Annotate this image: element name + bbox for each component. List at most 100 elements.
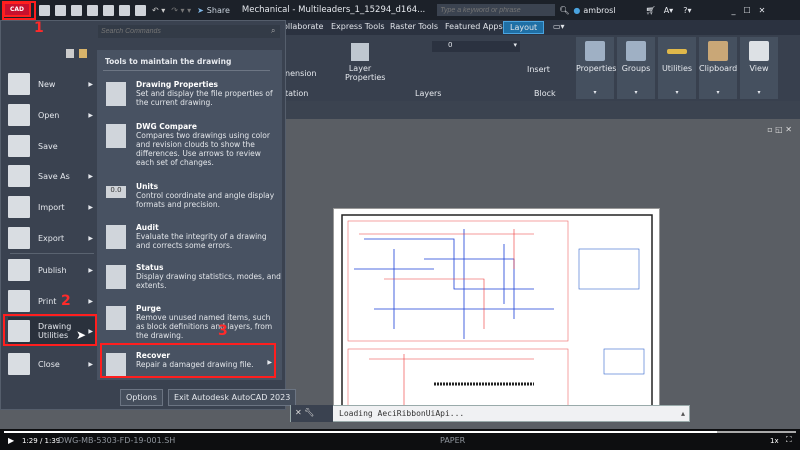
close-window-icon[interactable]: ✕ [759,6,766,15]
user-icon: ● [573,5,581,15]
menu-publish[interactable]: Publish ▶ [8,256,96,284]
measure-icon [667,49,687,54]
panel-label: Clipboard [699,64,738,73]
publish-icon[interactable] [103,4,114,16]
command-line[interactable]: ✕ 🔧︎ Loading AeciRibbonUiApi... ▴ [290,405,690,422]
publish-icon [8,259,30,281]
tool-purge[interactable]: Purge Remove unused named items, such as … [106,304,281,340]
tool-audit[interactable]: Audit Evaluate the integrity of a drawing… [106,223,281,250]
panel-label: View [749,64,769,73]
help-icon[interactable]: ?▾ [683,6,691,15]
groups-icon [626,41,646,61]
audit-check-icon [106,225,126,249]
menu-new[interactable]: New ▶ [8,70,96,98]
mobile-icon[interactable] [119,4,130,16]
menu-label: Export [38,233,65,243]
open-documents-icon[interactable] [79,49,87,58]
title-bar: ↶ ▾ ↷ ▾ ▾ ➤ Share Mechanical - Multilead… [0,0,800,20]
tab-raster-tools[interactable]: Raster Tools [390,22,438,31]
fullscreen-icon[interactable]: ⛶ [786,435,792,445]
tool-status[interactable]: Status Display drawing statistics, modes,… [106,263,281,290]
layer-dropdown[interactable]: 0 ▾ [432,41,520,52]
menu-label: Close [38,359,60,369]
layout-tab[interactable]: DWG-MB-5303-FD-19-001.SH [58,436,175,445]
search-commands-input[interactable] [98,25,280,38]
menu-close[interactable]: Close ▶ [8,350,96,378]
new-icon[interactable] [39,4,50,16]
speed-button[interactable]: 1x [770,437,779,445]
tab-featured-apps[interactable]: Featured Apps [445,22,503,31]
tab-express-tools[interactable]: Express Tools [331,22,385,31]
import-icon [8,196,30,218]
layer-properties-button[interactable]: Layer Properties [345,43,385,82]
menu-export[interactable]: Export ▶ [8,224,96,252]
menu-save[interactable]: Save [8,132,96,160]
exit-autocad-button[interactable]: Exit Autodesk AutoCAD 2023 [168,389,297,406]
status-icon [106,265,126,289]
tool-title: Status [136,263,164,272]
view-panel[interactable]: View ▾ [740,37,778,99]
highlight-box-1 [2,1,36,20]
command-output: Loading AeciRibbonUiApi... [339,409,465,418]
layout-paper[interactable] [333,208,660,420]
tool-title: DWG Compare [136,122,197,131]
groups-panel[interactable]: Groups ▾ [617,37,655,99]
tool-drawing-properties[interactable]: Drawing Properties Set and display the fi… [106,80,281,107]
utilities-panel[interactable]: Utilities ▾ [658,37,696,99]
print-icon[interactable] [135,4,146,16]
properties-panel[interactable]: Properties ▾ [576,37,616,99]
video-seek-bar[interactable] [4,431,796,433]
menu-label: Open [38,110,60,120]
minimize-icon[interactable]: _ [731,6,735,15]
options-button[interactable]: Options [120,389,163,406]
user-name[interactable]: ambrosl [583,6,615,15]
play-icon[interactable]: ▶ [8,436,14,445]
layers-panel-label[interactable]: Layers [415,89,441,98]
recent-documents-icon[interactable] [66,49,74,58]
tab-layout[interactable]: Layout [503,21,545,34]
help-search-input[interactable] [437,4,556,16]
new-icon [8,73,30,95]
save-as-icon[interactable] [87,4,98,16]
menu-label: Import [38,202,65,212]
tab-collaborate[interactable]: ollaborate [283,22,323,31]
seek-progress [4,431,717,433]
save-as-icon [8,165,30,187]
undo-icon[interactable]: ↶ ▾ [152,6,165,15]
search-icon[interactable]: 🔍︎ [559,6,569,15]
paper-space-toggle[interactable]: PAPER [440,436,465,445]
panel-label: Utilities [661,64,693,73]
tool-dwg-compare[interactable]: DWG Compare Compares two drawings using c… [106,122,281,167]
block-panel-label[interactable]: Block [534,89,556,98]
search-icon: ⌕ [271,26,276,35]
command-line-controls[interactable]: ✕ 🔧︎ [291,405,333,422]
menu-label: Save As [38,171,70,181]
redo-icon[interactable]: ↷ ▾ ▾ [171,6,191,15]
save-icon [8,135,30,157]
open-icon[interactable] [55,4,66,16]
layer-properties-label: Layer Properties [345,64,386,82]
menu-import[interactable]: Import ▶ [8,193,96,221]
menu-label: Save [38,141,58,151]
share-button[interactable]: Share [207,6,230,15]
save-icon[interactable] [71,4,82,16]
share-icon[interactable]: ➤ [197,6,204,15]
annotation-panel-label[interactable]: tation [285,89,308,98]
menu-print[interactable]: Print ▶ [8,287,96,315]
workspace-dropdown[interactable]: ▭▾ [553,22,565,31]
cart-icon[interactable]: 🛒︎ [646,6,656,15]
autodesk-app-icon[interactable]: A▾ [664,6,674,15]
print-icon [8,290,30,312]
viewport-controls[interactable]: ▫ ◱ ✕ [767,125,792,134]
menu-open[interactable]: Open ▶ [8,101,96,129]
insert-button[interactable]: Insert [527,65,550,74]
command-history-toggle[interactable]: ▴ [681,409,685,418]
menu-save-as[interactable]: Save As ▶ [8,162,96,190]
clipboard-panel[interactable]: Clipboard ▾ [699,37,737,99]
folder-icon [8,104,30,126]
dimension-button[interactable]: nension [285,69,316,78]
tool-units[interactable]: 0.0 Units Control coordinate and angle dis… [106,182,281,209]
maximize-icon[interactable]: ☐ [743,6,750,15]
menu-label: Print [38,296,57,306]
view-icon [749,41,769,61]
